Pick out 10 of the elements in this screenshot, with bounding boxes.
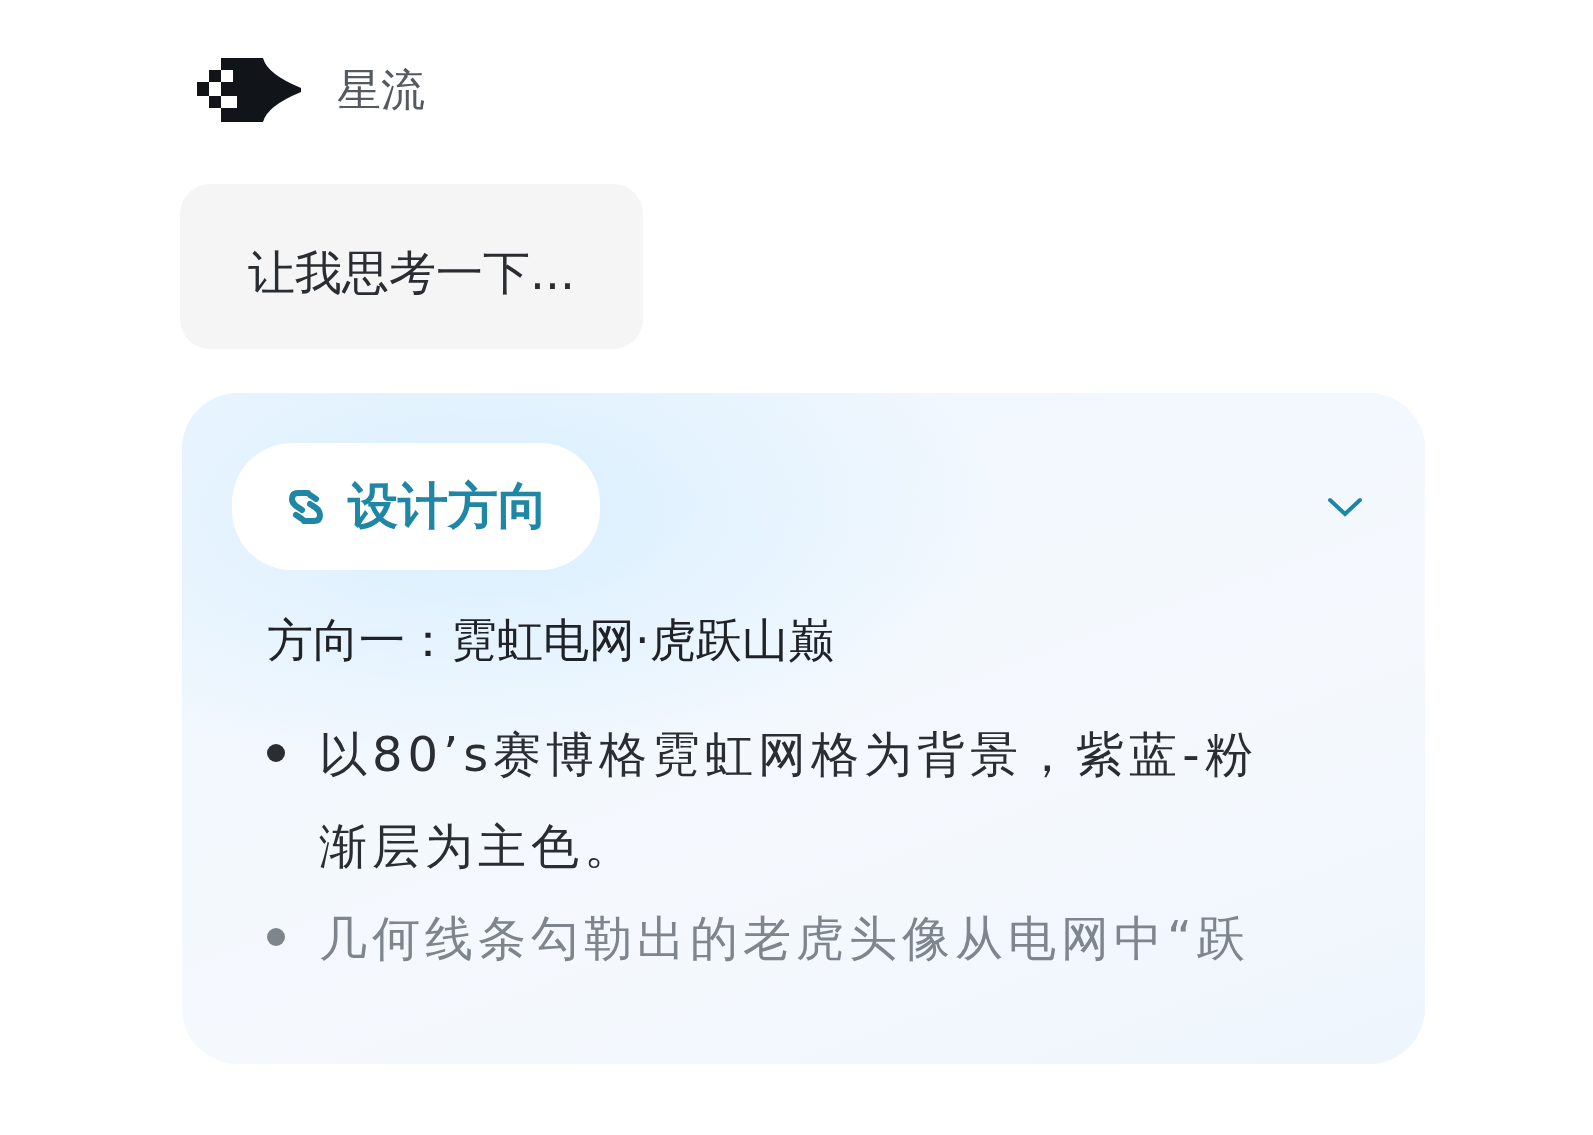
thinking-bubble: 让我思考一下... bbox=[180, 184, 643, 349]
logo-icon bbox=[197, 58, 301, 122]
design-direction-chip[interactable]: 设计方向 bbox=[232, 443, 600, 570]
bullet-icon bbox=[267, 928, 285, 946]
bullet-icon bbox=[267, 744, 285, 762]
assistant-name: 星流 bbox=[337, 62, 425, 117]
bullet-text: 几何线条勾勒出的老虎头像从电网中“跃 bbox=[319, 909, 1251, 968]
link-icon bbox=[288, 488, 324, 525]
bullet-text: 以80’s赛博格霓虹网格为背景，紫蓝-粉渐层为主色。 bbox=[319, 725, 1259, 876]
direction-heading: 方向一：霓虹电网·虎跃山巅 bbox=[267, 612, 835, 669]
